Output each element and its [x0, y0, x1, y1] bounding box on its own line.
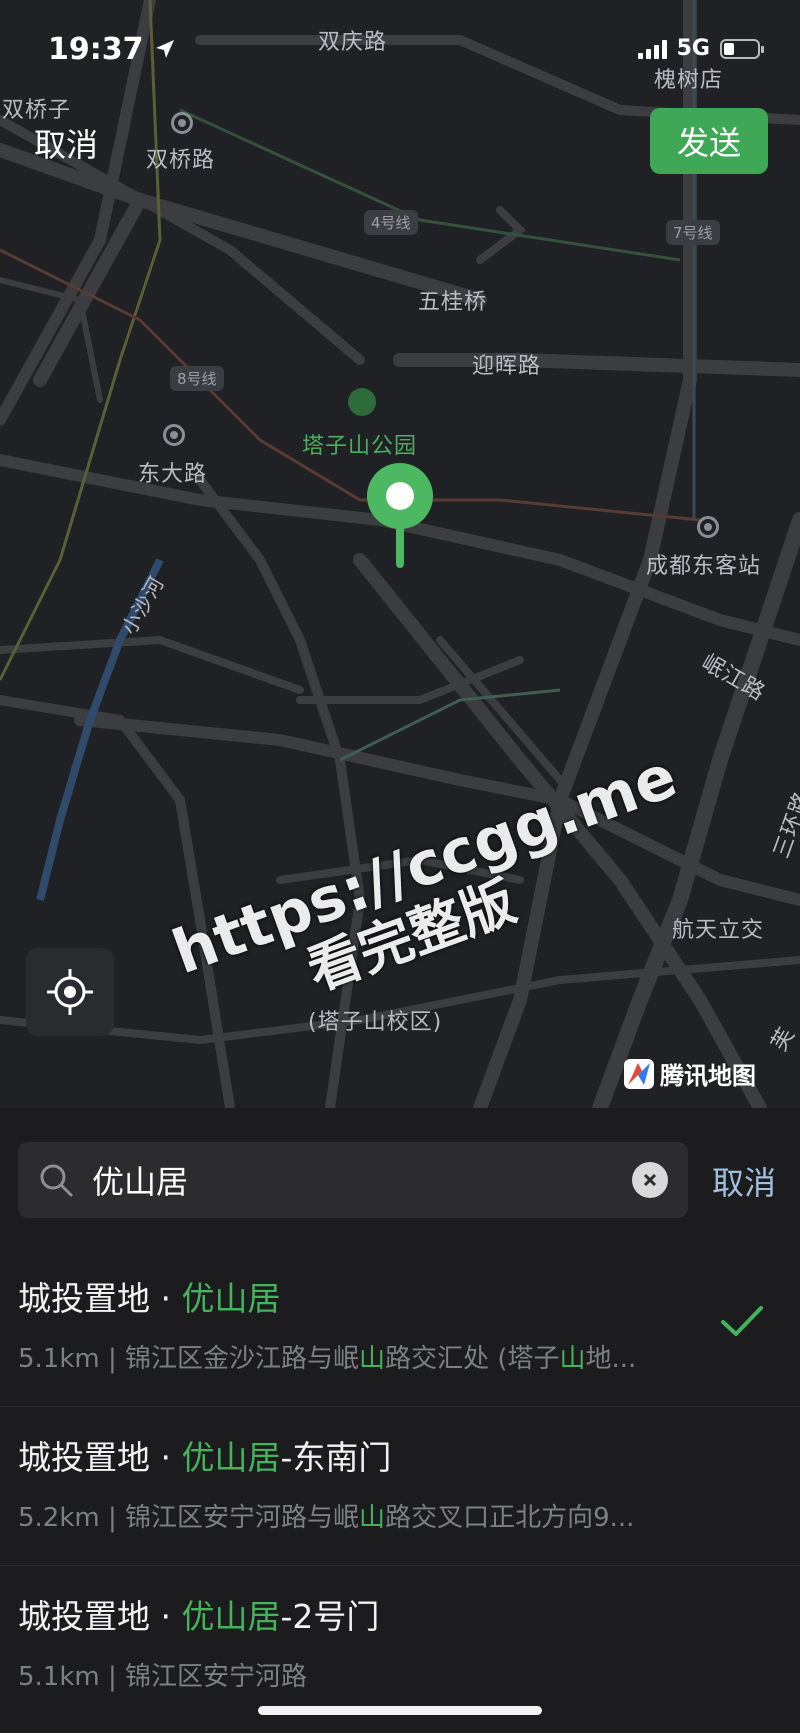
tencent-map-logo-icon: [624, 1058, 654, 1089]
home-indicator[interactable]: [258, 1706, 542, 1715]
result-address-part: 锦江区金沙江路与岷: [125, 1344, 360, 1374]
result-title-prefix: 城投置地 ·: [18, 1597, 182, 1636]
map-label-yinghui-road: 迎晖路: [472, 354, 542, 379]
status-bar: 19:37 5G: [0, 0, 800, 100]
result-address-part: 锦江区安宁河路: [125, 1662, 308, 1692]
result-title-highlight: 优山居: [181, 1438, 281, 1477]
map-label-tazishan-park: 塔子山公园: [302, 434, 418, 459]
result-separator: |: [99, 1503, 126, 1533]
status-indicators: 5G: [637, 36, 764, 61]
status-time-text: 19:37: [48, 32, 144, 67]
map-view[interactable]: 双庆路 槐树店 双桥子 双桥路 4号线 7号线 五桂桥 迎晖路 8号线 塔子山公…: [0, 0, 800, 1108]
result-address-part: 路交汇处 (塔子: [385, 1344, 560, 1374]
map-label-chengdu-east-station: 成都东客站: [646, 554, 762, 579]
result-address: 5.1km | 锦江区金沙江路与岷山路交汇处 (塔子山地...: [18, 1338, 698, 1375]
location-arrow-icon: [155, 40, 174, 58]
result-address: 5.1km | 锦江区安宁河路: [18, 1656, 698, 1693]
map-provider-name: 腾讯地图: [660, 1062, 756, 1090]
search-box[interactable]: [18, 1142, 688, 1218]
locate-me-button[interactable]: [26, 948, 114, 1036]
metro-station-icon: [163, 424, 185, 446]
result-distance: 5.1km: [18, 1662, 100, 1692]
result-address-part: 路交叉口正北方向9...: [385, 1503, 635, 1533]
result-address-highlight: 山: [359, 1503, 386, 1533]
map-label-wuguiqiao: 五桂桥: [418, 290, 488, 315]
result-distance: 5.2km: [18, 1503, 100, 1533]
result-address-highlight: 山: [559, 1344, 586, 1374]
location-pin-icon[interactable]: [366, 462, 434, 568]
result-title: 城投置地 · 优山居: [18, 1272, 280, 1320]
map-label-school: (塔子山校区): [308, 1010, 443, 1035]
result-title-highlight: 优山居: [181, 1597, 281, 1636]
result-address-part: 锦江区安宁河路与岷: [125, 1503, 360, 1533]
map-provider-logo: 腾讯地图: [624, 1056, 756, 1091]
status-time: 19:37: [48, 32, 176, 67]
metro-line-8-badge: 8号线: [170, 366, 224, 391]
map-label-hangtian-interchange: 航天立交: [672, 918, 765, 943]
result-title-prefix: 城投置地 ·: [18, 1279, 182, 1318]
result-title-suffix: -东南门: [280, 1438, 392, 1477]
result-title: 城投置地 · 优山居-东南门: [18, 1431, 391, 1479]
search-input[interactable]: [90, 1160, 632, 1200]
cancel-button[interactable]: 取消: [34, 120, 98, 166]
result-separator: |: [99, 1344, 126, 1374]
map-label-shuangqiao-road: 双桥路: [146, 148, 216, 173]
metro-station-icon: [171, 112, 193, 134]
result-address-part: 地...: [585, 1344, 637, 1374]
result-item[interactable]: 城投置地 · 优山居-2号门 5.1km | 锦江区安宁河路: [0, 1566, 800, 1724]
result-title-prefix: 城投置地 ·: [18, 1438, 182, 1477]
search-icon: [40, 1164, 73, 1197]
result-title: 城投置地 · 优山居-2号门: [18, 1590, 379, 1638]
network-type: 5G: [676, 36, 710, 61]
metro-line-4-badge: 4号线: [364, 210, 418, 235]
close-icon: [643, 1173, 657, 1187]
metro-line-7-badge: 7号线: [666, 220, 720, 245]
send-button[interactable]: 发送: [650, 108, 768, 174]
result-item[interactable]: 城投置地 · 优山居-东南门 5.2km | 锦江区安宁河路与岷山路交叉口正北方…: [0, 1407, 800, 1566]
map-label-dongda-road: 东大路: [138, 462, 208, 487]
result-distance: 5.1km: [18, 1344, 100, 1374]
search-panel: 取消 城投置地 · 优山居 5.1km | 锦江区金沙江路与岷山路交汇处 (塔子…: [0, 1108, 800, 1733]
result-address: 5.2km | 锦江区安宁河路与岷山路交叉口正北方向9...: [18, 1497, 698, 1534]
cellular-signal-icon: [637, 39, 667, 59]
check-icon: [721, 1306, 763, 1336]
crosshair-icon: [47, 969, 93, 1015]
search-cancel-button[interactable]: 取消: [712, 1158, 776, 1204]
result-title-suffix: -2号门: [280, 1597, 380, 1636]
result-item[interactable]: 城投置地 · 优山居 5.1km | 锦江区金沙江路与岷山路交汇处 (塔子山地.…: [0, 1248, 800, 1407]
battery-icon: [720, 38, 764, 59]
clear-search-button[interactable]: [632, 1162, 668, 1198]
result-address-highlight: 山: [359, 1344, 386, 1374]
metro-station-icon: [697, 516, 719, 538]
park-icon: [348, 388, 376, 416]
result-title-highlight: 优山居: [181, 1279, 281, 1318]
result-separator: |: [99, 1662, 126, 1692]
search-results-list: 城投置地 · 优山居 5.1km | 锦江区金沙江路与岷山路交汇处 (塔子山地.…: [0, 1248, 800, 1724]
